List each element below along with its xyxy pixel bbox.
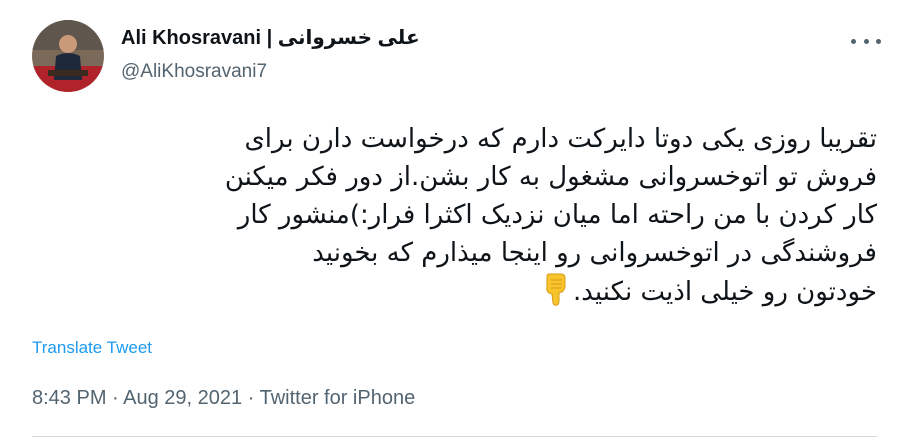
tweet-text-line: تقریبا روزی یکی دوتا دایرکت دارم که درخو…: [244, 124, 877, 154]
meta-separator: ·: [242, 387, 260, 409]
more-options-button[interactable]: [851, 28, 881, 54]
tweet-text-line: کار کردن با من راحته اما میان نزدیک اکثر…: [237, 200, 877, 230]
dot-icon: [876, 38, 881, 44]
tweet-source: Twitter for iPhone: [259, 387, 416, 409]
author-block: Ali Khosravani | علی خسروانی @AliKhosrav…: [121, 25, 420, 85]
dot-icon: [851, 38, 856, 44]
tweet-text-line: فروشندگی در اتوخسروانی رو اینجا میذارم ک…: [312, 238, 877, 268]
author-display-name[interactable]: Ali Khosravani | علی خسروانی: [121, 25, 420, 51]
tweet-date-link[interactable]: Aug 29, 2021: [123, 387, 242, 409]
pointing-down-hand-icon: [543, 272, 569, 317]
tweet-text: تقریبا روزی یکی دوتا دایرکت دارم که درخو…: [27, 120, 877, 317]
meta-separator: ·: [106, 387, 124, 409]
tweet-meta: 8:43 PM · Aug 29, 2021 · Twitter for iPh…: [32, 384, 415, 412]
dot-icon: [863, 38, 869, 44]
author-handle[interactable]: @AliKhosravani7: [121, 59, 420, 85]
translate-tweet-link[interactable]: Translate Tweet: [32, 336, 152, 360]
divider: [32, 436, 877, 437]
tweet-time-link[interactable]: 8:43 PM: [32, 387, 106, 409]
avatar[interactable]: [32, 20, 104, 92]
tweet-text-line: خودتون رو خیلی اذیت نکنید.: [573, 277, 877, 307]
tweet-card: Ali Khosravani | علی خسروانی @AliKhosrav…: [0, 0, 909, 444]
tweet-text-line: فروش تو اتوخسروانی مشغول به کار بشن.از د…: [224, 162, 877, 192]
